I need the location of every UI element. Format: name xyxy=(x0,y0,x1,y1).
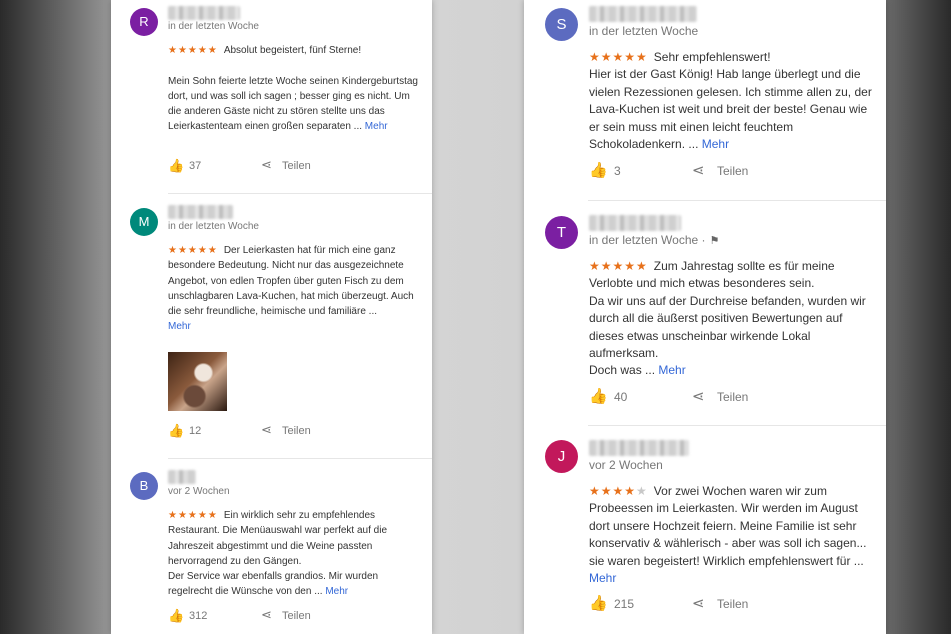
thumb-up-icon[interactable]: 👍 xyxy=(168,608,184,624)
share-icon[interactable]: ⋖ xyxy=(261,422,272,438)
share-button[interactable]: Teilen xyxy=(717,164,748,178)
like-count: 12 xyxy=(189,425,202,437)
star-rating: ★★★★★ xyxy=(589,484,648,498)
review-text: ★★★★★ Ein wirklich sehr zu empfehlendes R… xyxy=(168,510,388,598)
avatar[interactable]: T xyxy=(545,216,578,249)
avatar[interactable]: B xyxy=(130,472,158,500)
thumb-up-icon[interactable]: 👍 xyxy=(589,161,608,179)
review-card: T in der letzten Woche · ⚑ ★★★★★ Zum Jahre… xyxy=(524,202,886,427)
share-icon[interactable]: ⋖ xyxy=(692,594,705,612)
review-card: S in der letzten Woche ★★★★★ Sehr empfehl… xyxy=(524,0,886,202)
review-time: in der letzten Woche · ⚑ xyxy=(589,233,720,247)
review-text: ★★★★★ Vor zwei Wochen waren wir zum Probe… xyxy=(589,484,867,586)
reviewer-name-blurred[interactable] xyxy=(168,205,233,219)
like-count: 37 xyxy=(189,160,202,172)
reviews-panel-left: R in der letzten Woche ★★★★★ Absolut bege… xyxy=(111,0,432,634)
divider xyxy=(588,200,886,201)
avatar[interactable]: R xyxy=(130,8,158,36)
review-card: M in der letzten Woche ★★★★★ Der Leierkas… xyxy=(111,195,432,460)
share-button[interactable]: Teilen xyxy=(717,390,748,404)
reviewer-name-blurred[interactable] xyxy=(168,6,240,20)
thumb-up-icon[interactable]: 👍 xyxy=(168,423,184,439)
reviewer-name-blurred[interactable] xyxy=(589,215,681,231)
review-time: in der letzten Woche xyxy=(168,21,259,32)
avatar[interactable]: J xyxy=(545,440,578,473)
review-text: ★★★★★ Der Leierkasten hat für mich eine g… xyxy=(168,245,414,333)
review-card: B vor 2 Wochen ★★★★★ Ein wirklich sehr zu… xyxy=(111,460,432,634)
thumb-up-icon[interactable]: 👍 xyxy=(589,387,608,405)
share-button[interactable]: Teilen xyxy=(717,597,748,611)
thumb-up-icon[interactable]: 👍 xyxy=(168,158,184,174)
share-button[interactable]: Teilen xyxy=(282,425,311,437)
more-link[interactable]: Mehr xyxy=(589,571,616,585)
star-rating: ★★★★★ xyxy=(589,50,648,64)
review-time: in der letzten Woche xyxy=(589,24,699,38)
review-photo[interactable] xyxy=(168,352,227,411)
like-count: 215 xyxy=(614,597,635,611)
divider xyxy=(168,458,432,459)
review-time: vor 2 Wochen xyxy=(589,458,663,472)
more-link[interactable]: Mehr xyxy=(168,321,191,332)
review-time: vor 2 Wochen xyxy=(168,486,230,497)
like-count: 3 xyxy=(614,164,621,178)
star-rating: ★★★★★ xyxy=(168,45,218,56)
star-rating: ★★★★★ xyxy=(168,245,218,256)
avatar[interactable]: S xyxy=(545,8,578,41)
share-icon[interactable]: ⋖ xyxy=(692,161,705,179)
like-count: 40 xyxy=(614,390,628,404)
review-card: J vor 2 Wochen ★★★★★ Vor zwei Wochen ware… xyxy=(524,427,886,634)
more-link[interactable]: Mehr xyxy=(365,121,388,132)
more-link[interactable]: Mehr xyxy=(325,586,348,597)
share-icon[interactable]: ⋖ xyxy=(692,387,705,405)
flag-icon[interactable]: ⚑ xyxy=(710,234,720,247)
star-rating: ★★★★★ xyxy=(168,510,218,521)
avatar[interactable]: M xyxy=(130,208,158,236)
review-text: ★★★★★ Absolut begeistert, fünf Sterne! Me… xyxy=(168,45,418,133)
reviews-panel-right: S in der letzten Woche ★★★★★ Sehr empfehl… xyxy=(524,0,886,634)
divider xyxy=(588,425,886,426)
review-time: in der letzten Woche xyxy=(168,221,259,232)
star-rating: ★★★★★ xyxy=(589,259,648,273)
review-text: ★★★★★ Sehr empfehlenswert! Hier ist der G… xyxy=(589,50,872,152)
like-count: 312 xyxy=(189,610,208,622)
divider xyxy=(168,193,432,194)
more-link[interactable]: Mehr xyxy=(702,137,729,151)
thumb-up-icon[interactable]: 👍 xyxy=(589,594,608,612)
reviewer-name-blurred[interactable] xyxy=(589,6,697,22)
share-button[interactable]: Teilen xyxy=(282,160,311,172)
review-card: R in der letzten Woche ★★★★★ Absolut bege… xyxy=(111,0,432,195)
share-icon[interactable]: ⋖ xyxy=(261,157,272,173)
reviewer-name-blurred[interactable] xyxy=(589,440,689,456)
more-link[interactable]: Mehr xyxy=(658,363,685,377)
review-text: ★★★★★ Zum Jahrestag sollte es für meine V… xyxy=(589,259,866,378)
share-button[interactable]: Teilen xyxy=(282,610,311,622)
share-icon[interactable]: ⋖ xyxy=(261,607,272,623)
reviewer-name-blurred[interactable] xyxy=(168,470,196,484)
